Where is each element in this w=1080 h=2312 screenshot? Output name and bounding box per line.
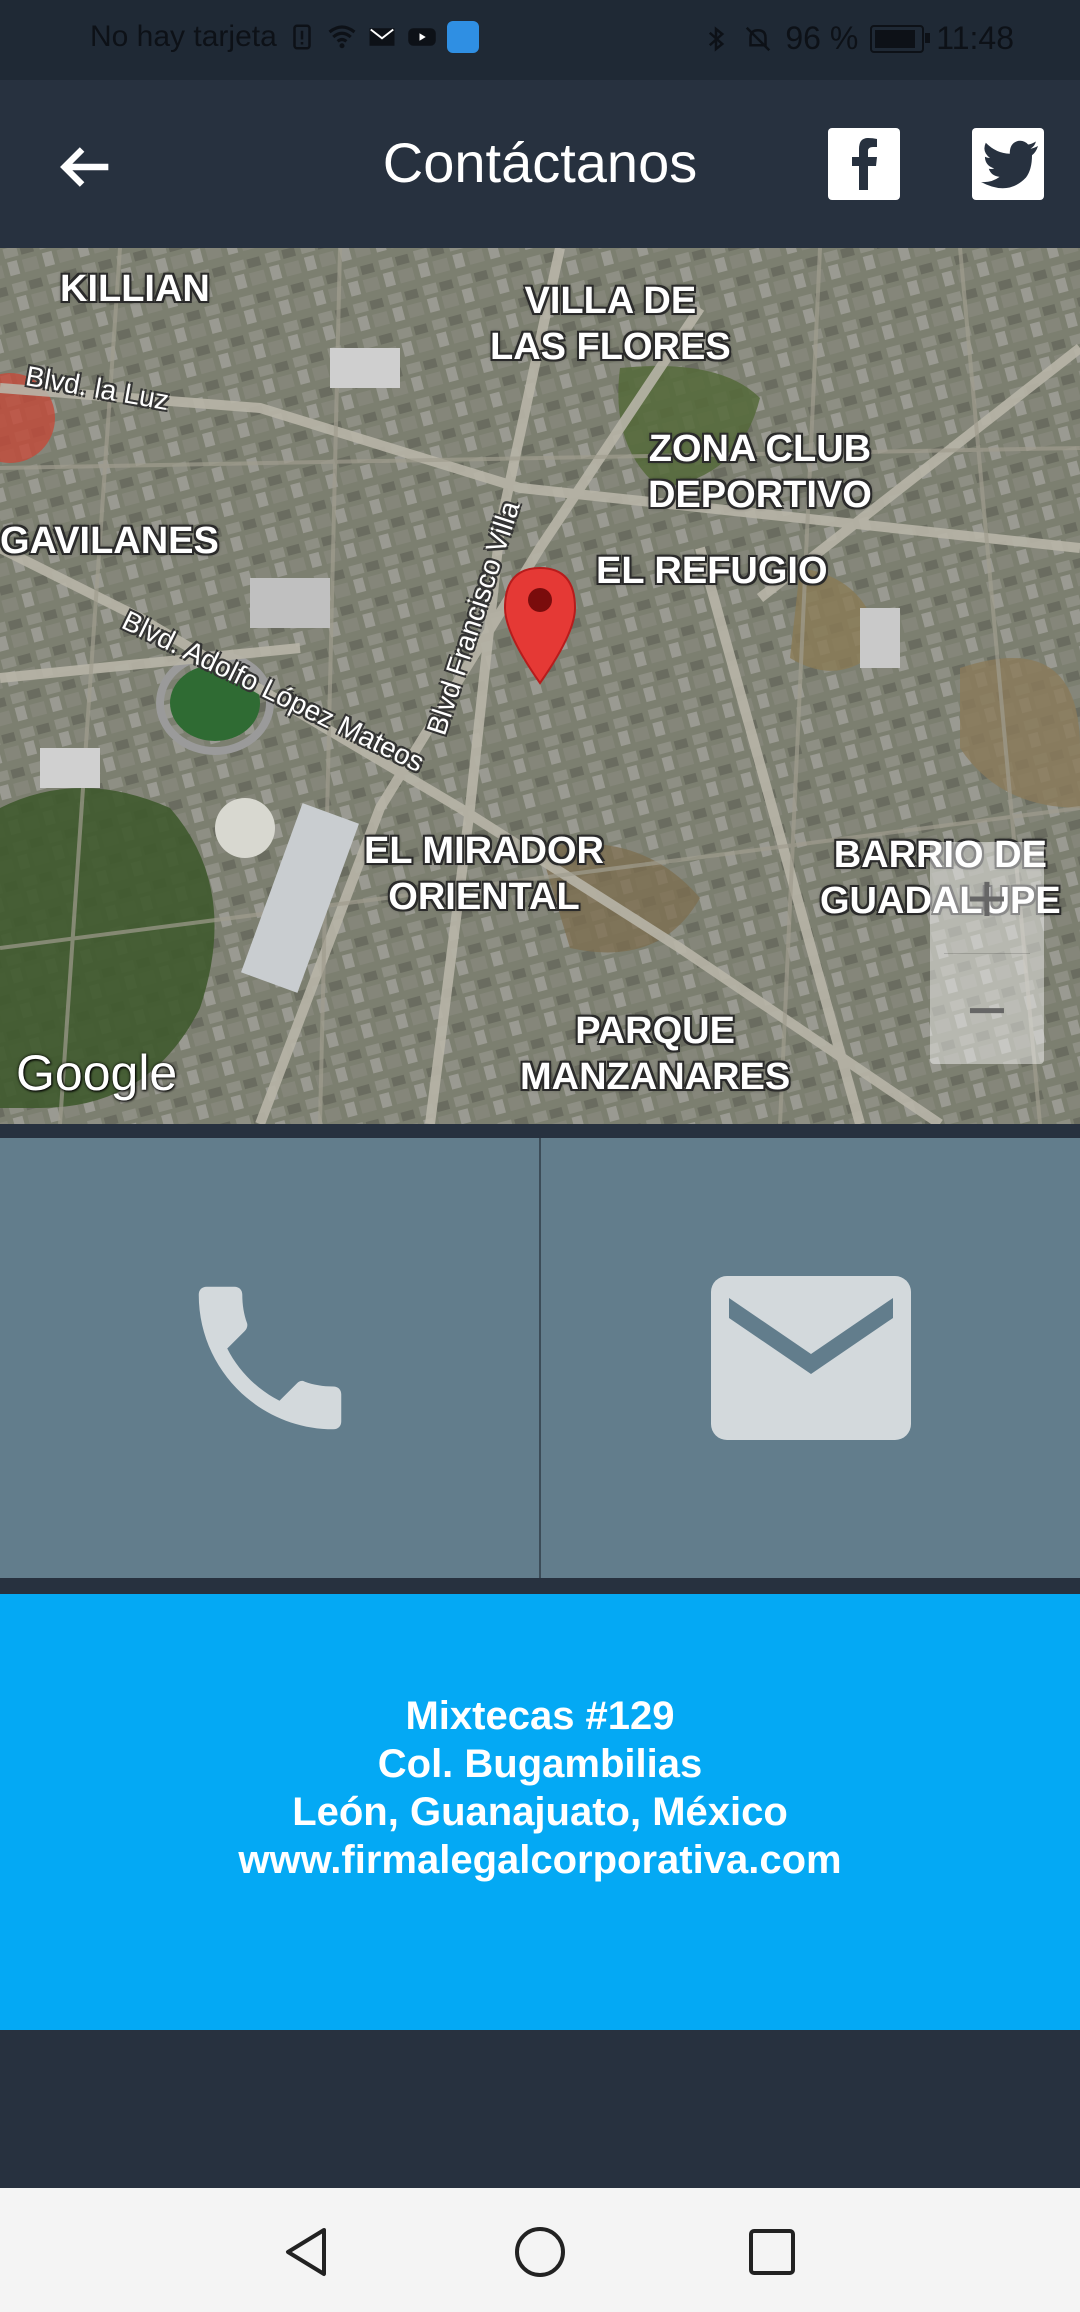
map-label-killian: KILLIAN [60, 268, 210, 310]
address-lines: Mixtecas #129 Col. Bugambilias León, Gua… [0, 1692, 1080, 1884]
call-button[interactable] [0, 1138, 539, 1578]
contact-actions [0, 1138, 1080, 1578]
address-panel: Mixtecas #129 Col. Bugambilias León, Gua… [0, 1594, 1080, 2030]
email-button[interactable] [541, 1138, 1080, 1578]
map-label-mirador: EL MIRADOR ORIENTAL [364, 830, 604, 918]
twitter-icon [981, 140, 1038, 189]
map-label-gavilanes: GAVILANES [0, 520, 219, 562]
wifi-icon [328, 25, 356, 49]
status-right: 96 % 11:48 [701, 20, 1014, 57]
zoom-out-button[interactable]: − [930, 954, 1044, 1065]
gmail-icon [369, 28, 395, 46]
satellite-imagery [0, 248, 1080, 1124]
address-city: León, Guanajuato, México [292, 1790, 788, 1834]
clock: 11:48 [936, 20, 1014, 56]
battery-percent: 96 % [785, 20, 859, 56]
zoom-in-button[interactable]: + [930, 842, 1044, 953]
system-nav-bar [0, 2188, 1080, 2312]
mail-icon [710, 1276, 911, 1440]
map-label-villa: VILLA DE LAS FLORES [490, 280, 731, 368]
app-header: Contáctanos [0, 80, 1080, 248]
recents-square-icon[interactable] [742, 2222, 802, 2282]
address-street: Mixtecas #129 [405, 1694, 675, 1738]
map-label-parque: PARQUE MANZANARES [520, 1010, 791, 1098]
map-view[interactable]: KILLIAN VILLA DE LAS FLORES ZONA CLUB DE… [0, 248, 1080, 1124]
status-bar: No hay tarjeta 96 % 11:48 [0, 0, 1080, 80]
zoom-controls: + − [930, 842, 1044, 1064]
battery-icon [870, 24, 931, 53]
carrier-text: No hay tarjeta [90, 20, 277, 53]
back-triangle-icon[interactable] [278, 2222, 338, 2282]
home-circle-icon[interactable] [510, 2222, 570, 2282]
mute-icon [746, 26, 771, 51]
google-logo: Google [16, 1045, 178, 1101]
page-title: Contáctanos [382, 131, 698, 194]
sim-missing-icon [293, 24, 311, 50]
address-website[interactable]: www.firmalegalcorporativa.com [0, 1836, 1080, 1884]
facebook-button[interactable] [828, 128, 900, 200]
youtube-icon [408, 28, 436, 46]
phone-icon [198, 1286, 341, 1430]
facebook-icon [852, 138, 877, 190]
bluetooth-icon [709, 25, 725, 52]
map-label-zona: ZONA CLUB DEPORTIVO [648, 428, 872, 516]
address-colony: Col. Bugambilias [377, 1742, 703, 1786]
app-icon [446, 21, 479, 53]
map-label-refugio: EL REFUGIO [596, 550, 828, 592]
status-left: No hay tarjeta [90, 20, 479, 54]
twitter-button[interactable] [972, 128, 1044, 200]
